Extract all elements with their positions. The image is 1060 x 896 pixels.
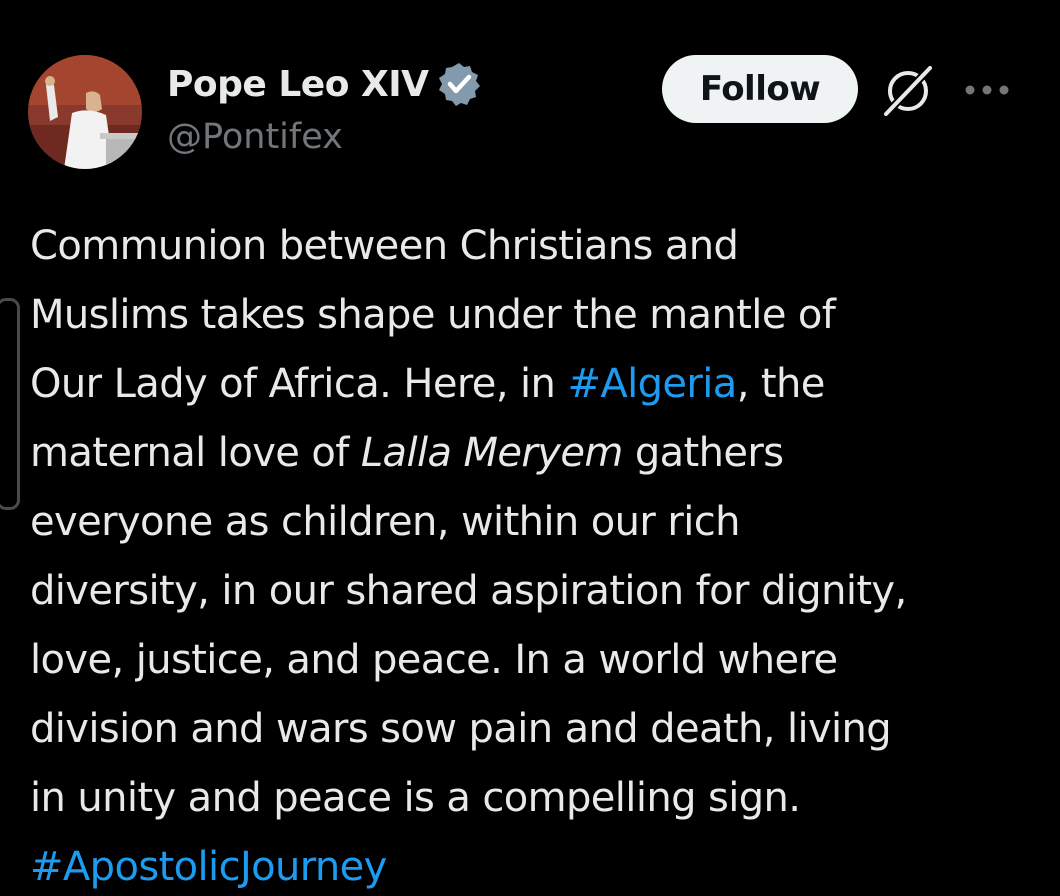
tweet-text-segment: love, justice, and peace. In a world whe… [30, 637, 838, 683]
avatar[interactable] [28, 55, 142, 169]
tweet-text-segment: division and wars sow pain and death, li… [30, 706, 892, 752]
author-handle[interactable]: @Pontifex [167, 117, 343, 157]
more-options-icon[interactable] [962, 70, 1012, 110]
tweet-line: love, justice, and peace. In a world whe… [30, 626, 1040, 695]
tweet-text-segment: Communion between Christians and [30, 223, 739, 269]
tweet-line: #ApostolicJourney [30, 833, 1040, 896]
tweet-line: Our Lady of Africa. Here, in #Algeria, t… [30, 350, 1040, 419]
author-name-row: Pope Leo XIV [167, 58, 482, 110]
hashtag-link-apostolicjourney[interactable]: #ApostolicJourney [30, 844, 387, 890]
side-scroll-handle[interactable] [0, 298, 20, 510]
tweet-text-segment: gathers [622, 430, 784, 476]
tweet-text-segment: maternal love of [30, 430, 361, 476]
tweet-text-segment: , the [736, 361, 826, 407]
tweet-text-segment: everyone as children, within our rich [30, 499, 740, 545]
tweet-line: Muslims takes shape under the mantle of [30, 281, 1040, 350]
tweet-text-segment: in unity and peace is a compelling sign. [30, 775, 801, 821]
tweet-text: Communion between Christians and Muslims… [30, 212, 1040, 896]
tweet-line: Communion between Christians and [30, 212, 1040, 281]
verified-badge-icon[interactable] [436, 61, 482, 107]
avatar-image [28, 55, 142, 169]
tweet-text-segment: Our Lady of Africa. Here, in [30, 361, 568, 407]
tweet-line: division and wars sow pain and death, li… [30, 695, 1040, 764]
tweet-line: maternal love of Lalla Meryem gathers [30, 419, 1040, 488]
tweet-italic-text: Lalla Meryem [360, 430, 623, 476]
follow-button[interactable]: Follow [662, 55, 858, 123]
author-display-name[interactable]: Pope Leo XIV [167, 64, 429, 105]
tweet-text-segment: Muslims takes shape under the mantle of [30, 292, 836, 338]
tweet-text-segment: diversity, in our shared aspiration for … [30, 568, 907, 614]
tweet-line: in unity and peace is a compelling sign. [30, 764, 1040, 833]
tweet-line: diversity, in our shared aspiration for … [30, 557, 1040, 626]
tweet-line: everyone as children, within our rich [30, 488, 1040, 557]
hashtag-link-algeria[interactable]: #Algeria [567, 361, 737, 407]
grok-icon[interactable] [878, 60, 938, 120]
